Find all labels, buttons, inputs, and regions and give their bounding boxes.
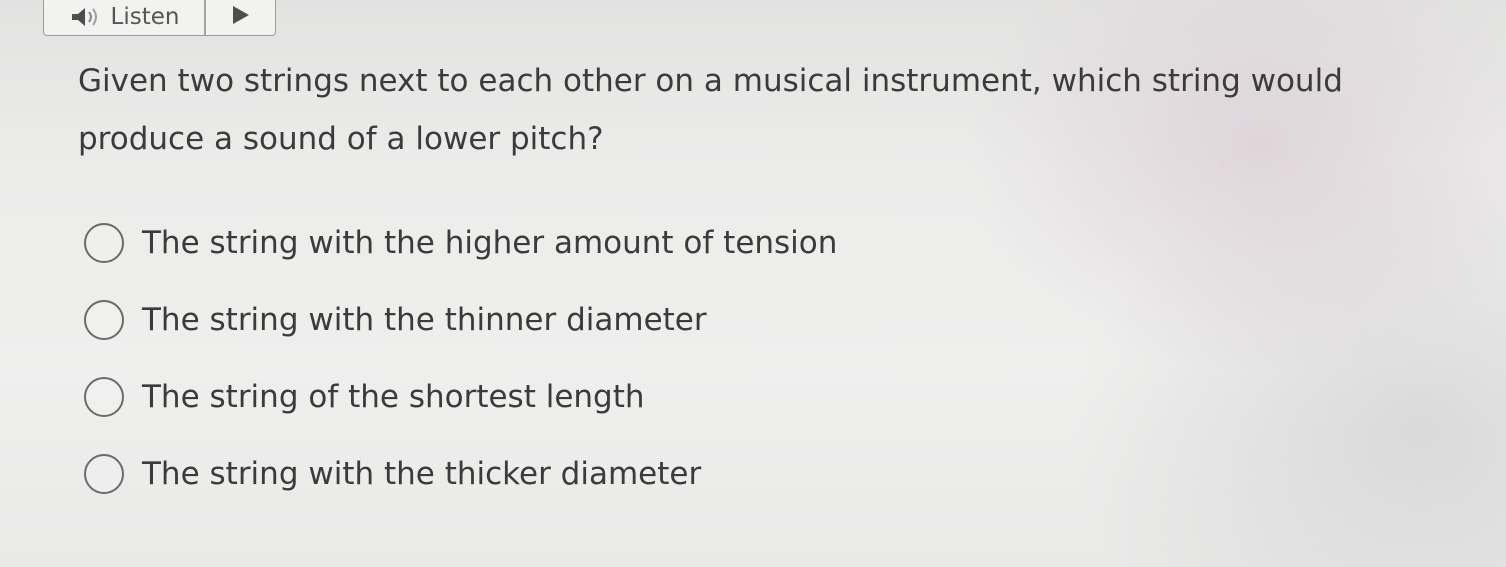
option-thicker-diameter[interactable]: The string with the thicker diameter: [84, 435, 984, 512]
option-thinner-diameter[interactable]: The string with the thinner diameter: [84, 281, 984, 358]
speaker-icon: [69, 6, 105, 28]
question-text: Given two strings next to each other on …: [78, 63, 1343, 157]
listen-toolbar: Listen: [43, 0, 276, 36]
radio-button[interactable]: [84, 222, 124, 263]
option-label: The string with the higher amount of ten…: [142, 224, 838, 261]
radio-button[interactable]: [84, 376, 124, 417]
play-button[interactable]: [206, 0, 276, 35]
option-label: The string with the thicker diameter: [142, 455, 702, 492]
option-label: The string with the thinner diameter: [142, 301, 707, 338]
listen-button[interactable]: Listen: [44, 0, 204, 35]
play-icon: [229, 4, 251, 30]
option-label: The string of the shortest length: [142, 378, 645, 415]
answer-options: The string with the higher amount of ten…: [84, 204, 984, 512]
option-shortest-length[interactable]: The string of the shortest length: [84, 358, 984, 435]
radio-button[interactable]: [84, 453, 124, 494]
radio-button[interactable]: [84, 299, 124, 340]
listen-label: Listen: [110, 3, 180, 30]
option-tension[interactable]: The string with the higher amount of ten…: [84, 204, 984, 281]
